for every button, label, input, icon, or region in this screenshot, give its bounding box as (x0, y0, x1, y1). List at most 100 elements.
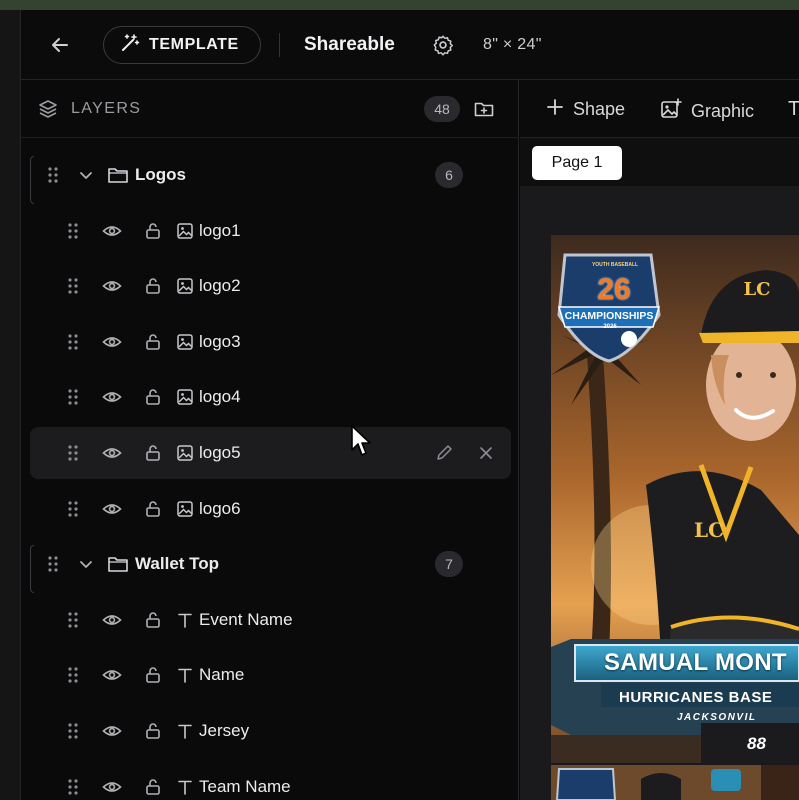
layer-row[interactable]: logo5 (30, 427, 511, 479)
layer-row[interactable]: Name (30, 649, 511, 701)
eye-icon[interactable] (102, 276, 122, 296)
eye-icon[interactable] (102, 387, 122, 407)
mouse-cursor-icon (350, 424, 372, 458)
eye-icon[interactable] (102, 221, 122, 241)
eye-icon[interactable] (102, 443, 122, 463)
layer-name[interactable]: logo1 (199, 221, 241, 241)
chevron-down-icon[interactable] (78, 556, 98, 576)
canvas-area[interactable]: Page 1 YOUTH BASEBALL 26 CHAMPIONSHIPS 2… (520, 138, 799, 800)
layer-name[interactable]: Name (199, 665, 244, 685)
layer-name[interactable]: Wallet Top (135, 554, 219, 574)
eye-icon[interactable] (102, 499, 122, 519)
lock-icon[interactable] (143, 387, 163, 407)
layer-name[interactable]: logo4 (199, 387, 241, 407)
eye-icon[interactable] (102, 777, 122, 797)
layer-name[interactable]: Jersey (199, 721, 249, 741)
layer-name[interactable]: logo2 (199, 276, 241, 296)
layer-row[interactable]: Team Name (30, 761, 511, 800)
drag-handle-icon[interactable] (68, 278, 78, 294)
layer-row[interactable]: logo4 (30, 371, 511, 423)
toolbar-divider (279, 33, 280, 57)
layer-name[interactable]: logo3 (199, 332, 241, 352)
lock-icon[interactable] (143, 610, 163, 630)
app-left-rail (0, 10, 21, 800)
drag-handle-icon[interactable] (68, 389, 78, 405)
text-layer-icon (176, 722, 196, 742)
badge-number: 26 (597, 273, 631, 306)
lock-icon[interactable] (143, 332, 163, 352)
layers-count-badge: 48 (424, 96, 460, 122)
team-name: HURRICANES BASE (619, 689, 773, 706)
lock-icon[interactable] (143, 777, 163, 797)
cap-logo: LC (743, 279, 771, 300)
image-layer-icon (176, 444, 196, 464)
lock-icon[interactable] (143, 221, 163, 241)
edit-pencil-icon[interactable] (434, 443, 454, 463)
group-bracket (30, 545, 34, 594)
template-label: TEMPLATE (149, 36, 239, 53)
drag-handle-icon[interactable] (68, 222, 78, 239)
layer-name[interactable]: Team Name (199, 777, 291, 797)
image-layer-icon (176, 277, 196, 297)
add-shape-button[interactable]: Shape (546, 98, 625, 121)
lock-icon[interactable] (143, 443, 163, 463)
add-graphic-button[interactable]: Graphic (660, 98, 754, 125)
text-layer-icon (176, 611, 196, 631)
document-title[interactable]: Shareable (304, 34, 395, 56)
close-icon[interactable] (476, 443, 496, 463)
layer-row[interactable]: logo2 (30, 260, 511, 312)
drag-handle-icon[interactable] (68, 500, 78, 517)
drag-handle-icon[interactable] (68, 667, 78, 683)
page-tab-1[interactable]: Page 1 (532, 146, 622, 180)
graphic-label: Graphic (691, 101, 755, 121)
lock-icon[interactable] (143, 499, 163, 519)
city-name: JACKSONVIL (677, 712, 757, 723)
chevron-down-icon[interactable] (78, 167, 98, 187)
drag-handle-icon[interactable] (48, 167, 58, 183)
magic-wand-icon (120, 33, 140, 58)
lock-icon[interactable] (143, 721, 163, 741)
lock-icon[interactable] (143, 665, 163, 685)
window-top-strip (0, 0, 799, 10)
back-arrow-icon[interactable] (49, 34, 71, 56)
drag-handle-icon[interactable] (68, 778, 78, 795)
lock-icon[interactable] (143, 276, 163, 296)
layer-row[interactable]: Jersey (30, 705, 511, 757)
add-image-icon (660, 98, 682, 125)
layer-name[interactable]: Logos (135, 165, 186, 185)
shape-label: Shape (573, 99, 626, 119)
canvas-toolbar: Shape Graphic T (520, 80, 799, 138)
layer-row[interactable]: logo1 (30, 205, 511, 257)
document-size: 8" × 24" (483, 36, 542, 53)
jersey-logo: LC (694, 518, 724, 542)
eye-icon[interactable] (102, 610, 122, 630)
drag-handle-icon[interactable] (68, 445, 78, 461)
add-folder-icon[interactable] (473, 98, 495, 120)
add-text-button[interactable]: T (788, 98, 799, 121)
eye-icon[interactable] (102, 721, 122, 741)
group-count-badge: 7 (435, 551, 463, 578)
drag-handle-icon[interactable] (68, 723, 78, 739)
player-name: SAMUAL MONT (604, 649, 787, 676)
text-layer-icon (176, 666, 196, 686)
drag-handle-icon[interactable] (48, 556, 58, 572)
layer-row[interactable]: Event Name (30, 594, 511, 646)
layer-name[interactable]: logo5 (199, 443, 241, 463)
eye-icon[interactable] (102, 665, 122, 685)
drag-handle-icon[interactable] (68, 334, 78, 350)
layer-row[interactable]: logo6 (30, 483, 511, 535)
badge-top-text: YOUTH BASEBALL (591, 262, 639, 268)
badge-year: 2026 (603, 324, 617, 330)
eye-icon[interactable] (102, 332, 122, 352)
image-layer-icon (176, 222, 196, 242)
layer-group-row[interactable]: Wallet Top 7 (30, 538, 511, 594)
drag-handle-icon[interactable] (68, 612, 78, 628)
template-button[interactable]: TEMPLATE (103, 26, 261, 64)
layer-name[interactable]: logo6 (199, 499, 241, 519)
card-preview[interactable]: YOUTH BASEBALL 26 CHAMPIONSHIPS 2026 LC … (551, 235, 799, 763)
layer-group-row[interactable]: Logos 6 (30, 149, 511, 204)
card-preview-thumbnails[interactable] (551, 765, 799, 800)
layer-row[interactable]: logo3 (30, 316, 511, 368)
gear-icon[interactable] (432, 34, 454, 56)
layer-name[interactable]: Event Name (199, 610, 293, 630)
